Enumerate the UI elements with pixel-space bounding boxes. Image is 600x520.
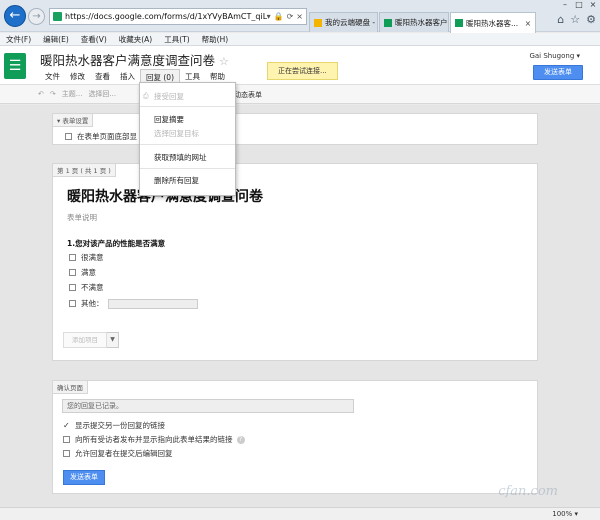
option-checkbox[interactable]	[69, 300, 76, 307]
select-responses-button[interactable]: 选择回...	[88, 89, 116, 99]
send-form-button[interactable]: 发送表单	[63, 470, 105, 485]
page-header: 第 1 页 ( 共 1 页 )	[53, 164, 116, 177]
show-progress-label: 在表单页面底部显	[77, 132, 137, 141]
forms-icon	[455, 19, 463, 27]
undo-icon[interactable]: ↶	[38, 90, 44, 98]
menu-item-delete-responses[interactable]: 删除所有回复	[154, 175, 199, 186]
tab-form-1[interactable]: 暖阳热水器客户...	[379, 12, 449, 32]
question-title[interactable]: 1.您对该产品的性能是否满意	[67, 238, 165, 249]
lock-icon[interactable]: 🔒	[274, 12, 284, 21]
menu-divider	[140, 144, 235, 145]
tab-label: 我的云端硬盘 - ...	[325, 18, 377, 27]
responses-dropdown-menu: ⎙ 接受回复 回复摘要 选择回复目标 获取预填的网址 删除所有回复	[139, 82, 236, 196]
confirm-option-checkbox[interactable]	[63, 436, 70, 443]
confirm-option-label: 允许回复者在提交后编辑回复	[75, 449, 173, 458]
confirm-option-label: 显示提交另一份回复的链接	[75, 421, 165, 430]
window-close-button[interactable]: ×	[586, 0, 600, 10]
option-checkbox[interactable]	[69, 269, 76, 276]
document-title[interactable]: 暖阳热水器客户满意度调查问卷 ☆	[40, 50, 229, 69]
docs-header: ☰ 暖阳热水器客户满意度调查问卷 ☆ 文件 修改 查看 插入 回复 (0) 工具 …	[0, 46, 600, 85]
option-label: 满意	[81, 268, 96, 277]
watermark: cfan.com	[498, 484, 558, 499]
checkmark-icon[interactable]: ✓	[63, 421, 71, 430]
document-title-text[interactable]: 暖阳热水器客户满意度调查问卷	[40, 53, 215, 68]
menu-divider	[140, 106, 235, 107]
chevron-down-icon[interactable]: ▼	[107, 332, 119, 348]
menu-item-choose-destination[interactable]: 选择回复目标	[154, 128, 199, 139]
forward-button[interactable]: →	[28, 8, 45, 25]
confirmation-message-input[interactable]: 您的回复已记录。	[62, 399, 354, 413]
add-item-button[interactable]: 添加项目	[63, 332, 107, 348]
menu-insert[interactable]: 插入	[115, 69, 140, 85]
show-progress-checkbox[interactable]	[65, 133, 72, 140]
confirmation-header: 确认页面	[53, 381, 88, 394]
drive-icon	[314, 18, 322, 27]
star-icon[interactable]: ☆	[219, 55, 229, 68]
menu-item-accept-responses[interactable]: 接受回复	[154, 91, 184, 102]
option-checkbox[interactable]	[69, 284, 76, 291]
favorites-star-icon[interactable]: ☆	[570, 13, 580, 26]
ie-menu-favorites[interactable]: 收藏夹(A)	[119, 34, 152, 45]
search-dropdown-icon[interactable]: ▾	[267, 12, 271, 21]
page-card: 第 1 页 ( 共 1 页 ) 暖阳热水器客户满意度调查问卷 表单说明 1.您对…	[52, 163, 538, 361]
saving-status: 正在尝试连接...	[267, 62, 338, 80]
confirmation-card: 确认页面 您的回复已记录。 ✓ 显示提交另一份回复的链接 向所有受访者发布并显示…	[52, 380, 538, 494]
ie-menu-file[interactable]: 文件(F)	[6, 34, 31, 45]
browser-chrome: ← → https://docs.google.com/forms/d/1xYV…	[0, 0, 600, 33]
tab-close-icon[interactable]: ×	[522, 19, 531, 28]
form-description[interactable]: 表单说明	[67, 212, 97, 223]
user-account[interactable]: Gai Shugong ▾	[529, 52, 580, 60]
confirm-option-label: 向所有受访者发布并显示指向此表单结果的链接	[75, 435, 233, 444]
ie-menu-bar: 文件(F) 编辑(E) 查看(V) 收藏夹(A) 工具(T) 帮助(H)	[0, 33, 600, 46]
menu-edit[interactable]: 修改	[65, 69, 90, 85]
ie-menu-tools[interactable]: 工具(T)	[164, 34, 189, 45]
ie-menu-help[interactable]: 帮助(H)	[202, 34, 229, 45]
tab-label: 暖阳热水器客户...	[395, 18, 449, 27]
address-bar[interactable]: https://docs.google.com/forms/d/1xYVyBAm…	[49, 8, 307, 25]
gear-icon[interactable]: ⚙	[586, 13, 596, 26]
tab-drive[interactable]: 我的云端硬盘 - ...	[309, 12, 378, 32]
menu-file[interactable]: 文件	[40, 69, 65, 85]
forms-icon	[384, 18, 392, 27]
editor-toolbar: ↶ ↷ 主题... 选择回... 动态表单	[0, 84, 600, 104]
responses-icon: ⎙	[143, 92, 149, 100]
tab-form-2[interactable]: 暖阳热水器客... ×	[450, 12, 536, 33]
live-form-button[interactable]: 动态表单	[234, 90, 262, 100]
send-form-button[interactable]: 发送表单	[533, 65, 583, 80]
option-label: 其他：	[81, 299, 104, 308]
ie-menu-edit[interactable]: 编辑(E)	[43, 34, 69, 45]
help-icon[interactable]: ?	[236, 435, 245, 444]
menu-divider	[140, 168, 235, 169]
forms-logo-icon[interactable]: ☰	[4, 53, 26, 79]
menu-item-prefilled-url[interactable]: 获取预填的网址	[154, 152, 207, 163]
form-settings-card: ▾ 表单设置 在表单页面底部显	[52, 113, 538, 145]
add-item-control: 添加项目 ▼	[63, 332, 119, 348]
settings-header[interactable]: ▾ 表单设置	[53, 114, 94, 127]
tab-label: 暖阳热水器客...	[466, 18, 519, 28]
refresh-icon[interactable]: ⟳	[287, 12, 294, 21]
url-text[interactable]: https://docs.google.com/forms/d/1xYVyBAm…	[65, 12, 267, 21]
zoom-control[interactable]: 100% ▾	[552, 510, 578, 518]
menu-view[interactable]: 查看	[90, 69, 115, 85]
close-icon[interactable]: ×	[296, 12, 303, 21]
status-bar: 100% ▾	[0, 507, 600, 520]
ie-menu-view[interactable]: 查看(V)	[81, 34, 107, 45]
option-label: 很满意	[81, 253, 104, 262]
maximize-button[interactable]: □	[572, 0, 586, 10]
menu-item-summary[interactable]: 回复摘要	[154, 114, 184, 125]
home-icon[interactable]: ⌂	[557, 13, 564, 26]
form-editor-canvas: ▾ 表单设置 在表单页面底部显 第 1 页 ( 共 1 页 ) 暖阳热水器客户满…	[0, 105, 600, 507]
option-checkbox[interactable]	[69, 254, 76, 261]
minimize-button[interactable]: –	[558, 0, 572, 10]
confirm-option-checkbox[interactable]	[63, 450, 70, 457]
back-button[interactable]: ←	[4, 5, 26, 27]
option-label: 不满意	[81, 283, 104, 292]
theme-button[interactable]: 主题...	[62, 89, 83, 99]
docs-favicon-icon	[53, 12, 62, 21]
other-input[interactable]	[107, 298, 198, 309]
redo-icon[interactable]: ↷	[50, 90, 56, 98]
